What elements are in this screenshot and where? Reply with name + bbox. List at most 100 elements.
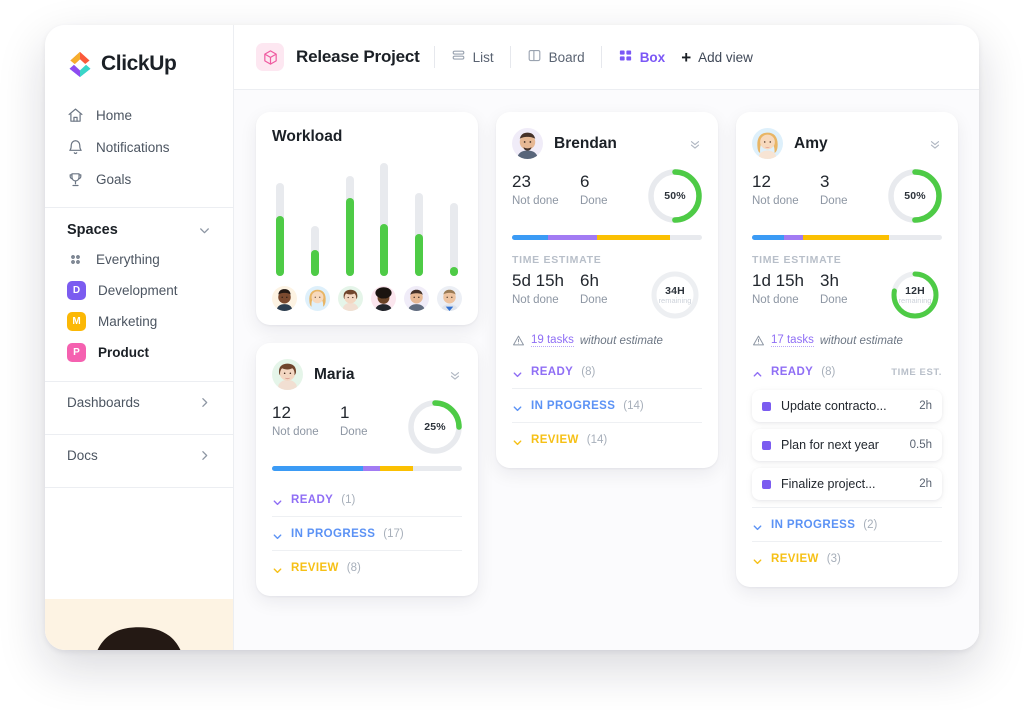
box-view-board: Workload Maria 12 Not done 1 Done 25% RE…	[234, 90, 979, 650]
member-header: Maria	[272, 359, 462, 390]
stat-label: Done	[580, 194, 608, 207]
group-ready[interactable]: READY (8) TIME EST.	[752, 355, 942, 388]
chevron-right-icon	[198, 396, 211, 409]
group-ready[interactable]: READY (1)	[272, 483, 462, 516]
sidebar-item-goals[interactable]: Goals	[55, 163, 223, 195]
sidebar-item-dashboards[interactable]: Dashboards	[45, 382, 233, 422]
workload-avatar-brendan[interactable]	[272, 286, 297, 311]
app-window: ClickUp Home Notifications Goals Spaces …	[45, 25, 979, 650]
status-groups: READY (1) IN PROGRESS (17) REVIEW (8)	[272, 483, 462, 584]
status-progress-bar	[512, 235, 702, 240]
chevron-double-down-icon[interactable]	[688, 137, 702, 151]
group-name: REVIEW	[291, 562, 339, 574]
missing-estimate-count[interactable]: 17 tasks	[771, 334, 814, 347]
sidebar-item-home[interactable]: Home	[55, 99, 223, 131]
task-title: Plan for next year	[781, 438, 879, 452]
home-icon	[67, 107, 84, 124]
board-column-2: Brendan 23 Not done 6 Done 50% TIME ESTI…	[496, 112, 718, 468]
time-estimate-stats: 1d 15h Not done 3h Done 12H remaining	[752, 270, 942, 324]
donut-label: 34H remaining	[650, 270, 700, 320]
sidebar-item-notifications[interactable]: Notifications	[55, 131, 223, 163]
spaces-header[interactable]: Spaces	[45, 208, 233, 244]
task-row[interactable]: Finalize project... 2h	[752, 468, 942, 500]
bar-fill	[380, 224, 389, 276]
progress-segment-2	[803, 235, 889, 240]
sidebar-item-label: Dashboards	[67, 394, 140, 410]
sidebar-item-development[interactable]: D Development	[45, 275, 233, 306]
stat-value: 6	[580, 172, 590, 191]
workload-avatar-maria[interactable]	[338, 286, 363, 311]
avatar[interactable]	[512, 128, 543, 159]
group-in-progress[interactable]: IN PROGRESS (2)	[752, 507, 942, 541]
stat-label: Not done	[272, 425, 319, 438]
sidebar-item-docs[interactable]: Docs	[45, 435, 233, 475]
workload-bar-brendan	[276, 146, 284, 276]
te-label: Done	[580, 293, 608, 306]
warning-triangle-icon	[752, 334, 765, 347]
avatar-group[interactable]: S	[45, 599, 233, 650]
group-review[interactable]: REVIEW (14)	[512, 422, 702, 456]
group-in-progress[interactable]: IN PROGRESS (14)	[512, 388, 702, 422]
workload-avatar-kevin[interactable]	[404, 286, 429, 311]
group-count: (17)	[383, 528, 404, 540]
workload-avatar-paul[interactable]	[437, 286, 462, 311]
group-ready[interactable]: READY (8)	[512, 355, 702, 388]
sidebar: ClickUp Home Notifications Goals Spaces …	[45, 25, 234, 650]
workload-title: Workload	[272, 128, 343, 145]
group-name: IN PROGRESS	[531, 400, 616, 412]
chevron-double-down-icon[interactable]	[928, 137, 942, 151]
group-in-progress[interactable]: IN PROGRESS (17)	[272, 516, 462, 550]
page-title: Release Project	[296, 47, 420, 66]
stat-label: Done	[340, 425, 368, 438]
group-name: REVIEW	[531, 434, 579, 446]
workload-avatar-andre[interactable]	[371, 286, 396, 311]
missing-estimate-count[interactable]: 19 tasks	[531, 334, 574, 347]
brand-logo[interactable]: ClickUp	[45, 25, 233, 97]
group-review[interactable]: REVIEW (3)	[752, 541, 942, 575]
donut-subtext: remaining	[898, 296, 932, 305]
stat-value: 12	[752, 172, 771, 191]
list-icon	[451, 48, 466, 66]
group-name: REVIEW	[771, 553, 819, 565]
te-not-done: 1d 15h Not done	[752, 271, 820, 305]
group-review[interactable]: REVIEW (8)	[272, 550, 462, 584]
status-groups: READY (8) IN PROGRESS (14) REVIEW (14)	[512, 355, 702, 456]
chevron-down-icon[interactable]	[198, 224, 211, 237]
avatar[interactable]	[752, 128, 783, 159]
clickup-logo-icon	[67, 51, 93, 77]
sidebar-divider-4	[45, 487, 233, 488]
task-row[interactable]: Update contracto... 2h	[752, 390, 942, 422]
workload-avatar-amy[interactable]	[305, 286, 330, 311]
tab-box[interactable]: Box	[616, 44, 668, 70]
chevron-double-down-icon[interactable]	[448, 368, 462, 382]
bar-track	[310, 226, 319, 276]
progress-segment-0	[272, 466, 364, 471]
stat-value: 12	[272, 403, 291, 422]
avatar[interactable]	[45, 599, 233, 650]
stat-label: Not done	[752, 194, 799, 207]
workload-chart	[272, 146, 462, 276]
group-count: (8)	[346, 562, 361, 574]
avatar[interactable]	[272, 359, 303, 390]
task-title: Finalize project...	[781, 477, 876, 491]
spaces-list: Everything D Development M Marketing P P…	[45, 244, 233, 368]
task-time-estimate: 2h	[919, 400, 932, 412]
sidebar-item-everything[interactable]: Everything	[45, 244, 233, 275]
progress-segment-2	[597, 235, 670, 240]
sidebar-item-marketing[interactable]: M Marketing	[45, 306, 233, 337]
chevron-right-icon	[198, 449, 211, 462]
status-groups: READY (8) TIME EST. Update contracto... 2…	[752, 355, 942, 575]
task-row[interactable]: Plan for next year 0.5h	[752, 429, 942, 461]
missing-estimate-warning: 19 tasks without estimate	[512, 334, 702, 347]
grid-icon	[67, 251, 84, 268]
space-label: Development	[98, 283, 178, 298]
donut-label: 12H remaining	[890, 270, 940, 320]
chevron-down-icon	[752, 554, 763, 565]
add-view-button[interactable]: + Add view	[681, 49, 753, 66]
board-column-1: Workload Maria 12 Not done 1 Done 25% RE…	[256, 112, 478, 596]
sidebar-item-product[interactable]: P Product	[45, 337, 233, 368]
tab-board[interactable]: Board	[525, 44, 587, 70]
bar-fill	[415, 234, 424, 276]
add-view-label: Add view	[698, 49, 753, 65]
tab-list[interactable]: List	[449, 44, 496, 70]
